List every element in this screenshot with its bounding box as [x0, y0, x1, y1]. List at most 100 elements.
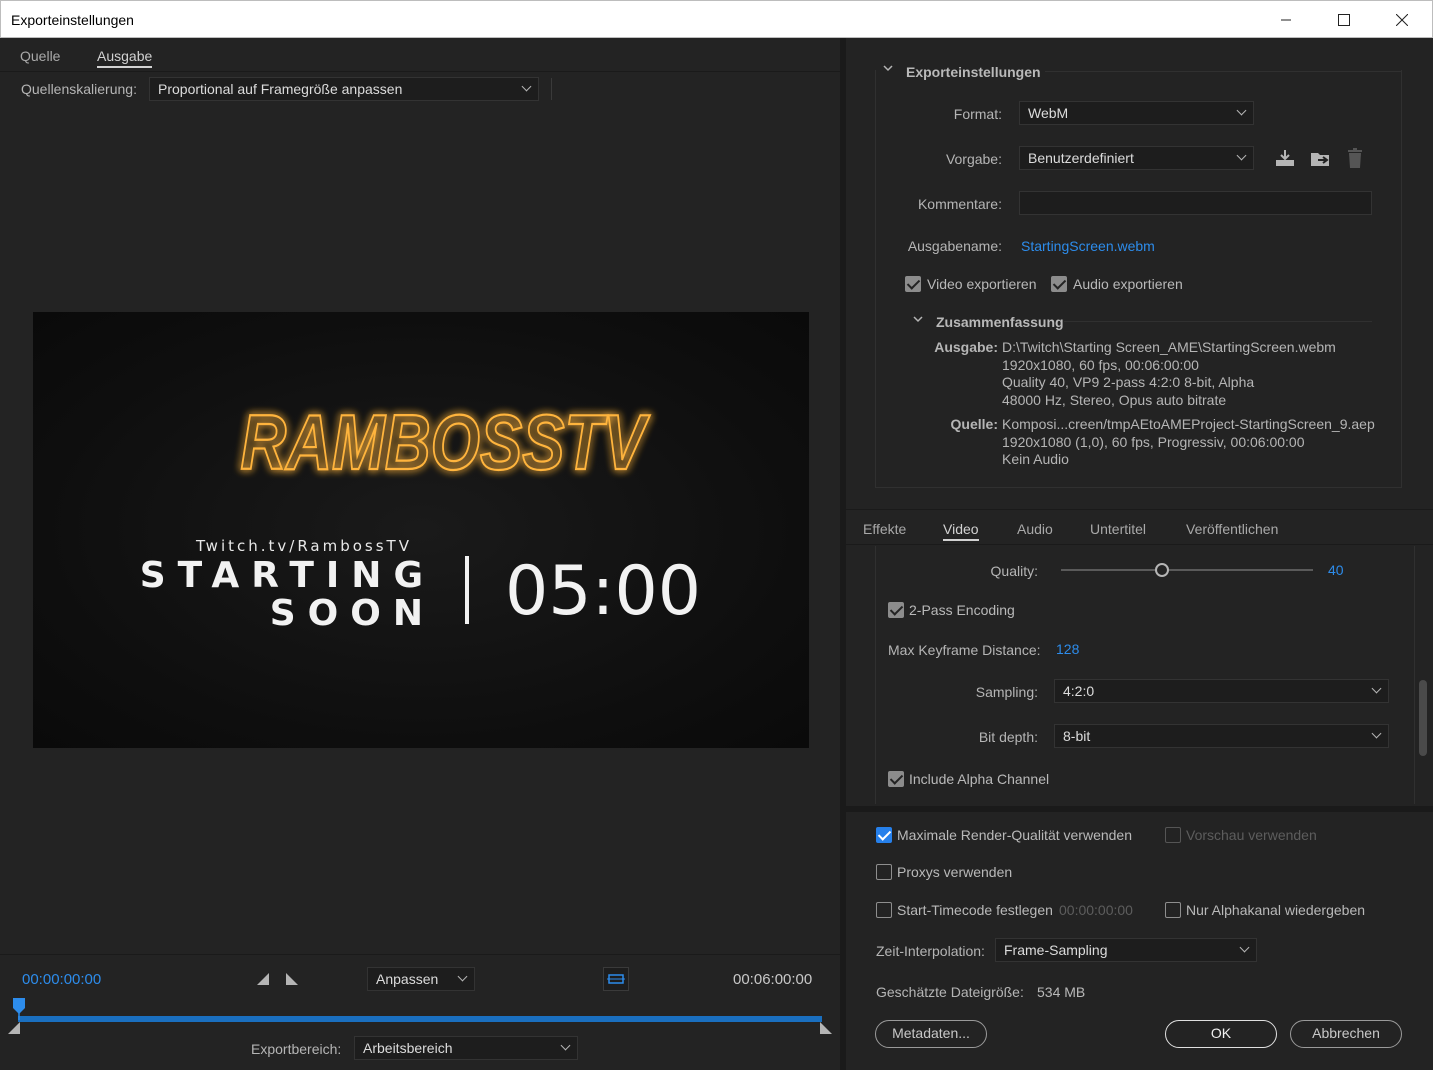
max-render-quality-checkbox[interactable]	[876, 827, 892, 843]
divider	[0, 954, 844, 955]
preset-label: Vorgabe:	[945, 151, 1002, 167]
ok-button[interactable]: OK	[1165, 1020, 1277, 1048]
format-dropdown[interactable]: WebM	[1019, 101, 1254, 125]
title-bar: Exporteinstellungen	[0, 0, 1433, 38]
start-timecode-checkbox[interactable]	[876, 902, 892, 918]
delete-preset-button[interactable]	[1345, 147, 1365, 169]
keyframe-distance-value[interactable]: 128	[1056, 641, 1079, 657]
import-preset-button[interactable]	[1309, 148, 1333, 168]
save-preset-icon	[1276, 150, 1294, 166]
alpha-only-label: Nur Alphakanal wiedergeben	[1186, 902, 1366, 918]
window-title: Exporteinstellungen	[11, 12, 134, 28]
video-settings-area	[875, 546, 1415, 804]
fit-dropdown[interactable]: Anpassen	[367, 967, 475, 991]
maximize-button[interactable]	[1321, 1, 1367, 39]
output-name-link[interactable]: StartingScreen.webm	[1021, 238, 1155, 254]
time-interpolation-label: Zeit-Interpolation:	[876, 943, 985, 959]
export-audio-checkbox[interactable]	[1051, 276, 1067, 292]
mark-in-icon	[257, 973, 269, 985]
export-range-label: Exportbereich:	[251, 1041, 342, 1057]
video-settings-scrollbar[interactable]	[1419, 680, 1427, 756]
chevron-down-icon	[1239, 942, 1250, 953]
divider	[551, 78, 552, 100]
summary-heading: Zusammenfassung	[936, 314, 1064, 330]
starting-text: STARTING	[140, 555, 435, 596]
sampling-dropdown[interactable]: 4:2:0	[1054, 679, 1389, 703]
use-proxies-checkbox[interactable]	[876, 864, 892, 880]
keyframe-distance-label: Max Keyframe Distance:	[888, 642, 1041, 658]
timeline-track[interactable]	[18, 1016, 822, 1022]
mark-out-icon	[286, 973, 298, 985]
collapse-chevron-icon[interactable]	[882, 64, 894, 74]
quality-slider-thumb[interactable]	[1154, 563, 1169, 577]
tab-video[interactable]: Video	[943, 521, 979, 541]
start-timecode-label: Start-Timecode festlegen	[897, 902, 1053, 918]
metadata-button[interactable]: Metadaten...	[875, 1020, 987, 1048]
comments-label: Kommentare:	[917, 196, 1002, 212]
separator-bar	[465, 556, 469, 624]
fit-value: Anpassen	[376, 971, 439, 987]
maximize-icon	[1338, 14, 1350, 26]
start-timecode-value: 00:00:00:00	[1059, 902, 1133, 918]
playhead-icon	[13, 998, 25, 1020]
in-point-handle[interactable]	[8, 1022, 22, 1036]
bit-depth-value: 8-bit	[1063, 728, 1091, 744]
in-point-icon	[8, 1022, 20, 1034]
source-scaling-dropdown[interactable]: Proportional auf Framegröße anpassen	[149, 77, 539, 101]
end-timecode: 00:06:00:00	[733, 971, 813, 988]
quality-slider-track[interactable]	[1061, 569, 1313, 571]
time-interpolation-dropdown[interactable]: Frame-Sampling	[995, 938, 1257, 962]
close-button[interactable]	[1379, 1, 1425, 39]
chevron-down-icon	[1371, 683, 1382, 694]
aspect-ratio-icon	[607, 974, 625, 984]
output-name-label: Ausgabename:	[907, 238, 1002, 254]
chevron-down-icon	[1371, 728, 1382, 739]
chevron-down-icon	[560, 1040, 571, 1051]
current-timecode[interactable]: 00:00:00:00	[22, 971, 101, 988]
tab-publish[interactable]: Veröffentlichen	[1186, 521, 1278, 537]
include-alpha-label: Include Alpha Channel	[909, 771, 1050, 787]
minimize-button[interactable]	[1263, 1, 1309, 39]
aspect-correction-button[interactable]	[603, 967, 629, 991]
source-scaling-value: Proportional auf Framegröße anpassen	[158, 81, 403, 97]
comments-field[interactable]	[1019, 191, 1372, 215]
tab-subtitles[interactable]: Untertitel	[1090, 521, 1146, 537]
mark-out-button[interactable]	[285, 972, 299, 986]
mark-in-button[interactable]	[256, 972, 270, 986]
collapse-chevron-icon[interactable]	[912, 315, 924, 325]
chevron-down-icon	[1236, 150, 1247, 161]
preset-dropdown[interactable]: Benutzerdefiniert	[1019, 146, 1254, 170]
video-preview: RAMBOSSTV Twitch.tv/RambossTV STARTING S…	[33, 312, 809, 748]
include-alpha-checkbox[interactable]	[888, 771, 904, 787]
estimated-filesize-value: 534 MB	[1037, 984, 1086, 1000]
settings-tab-bar: Effekte Video Audio Untertitel Veröffent…	[846, 509, 1433, 545]
two-pass-checkbox[interactable]	[888, 602, 904, 618]
export-video-label: Video exportieren	[927, 276, 1037, 292]
chevron-down-icon	[521, 81, 532, 92]
out-point-handle[interactable]	[818, 1022, 832, 1036]
alpha-only-checkbox[interactable]	[1165, 902, 1181, 918]
tab-audio[interactable]: Audio	[1017, 521, 1053, 537]
use-preview-checkbox[interactable]	[1165, 827, 1181, 843]
bit-depth-dropdown[interactable]: 8-bit	[1054, 724, 1389, 748]
playhead[interactable]	[12, 998, 26, 1020]
cancel-button[interactable]: Abbrechen	[1290, 1020, 1402, 1048]
format-value: WebM	[1028, 105, 1069, 121]
save-preset-button[interactable]	[1274, 148, 1296, 168]
summary-source-text: Komposi...creen/tmpAEtoAMEProject-Starti…	[1002, 416, 1375, 467]
export-range-dropdown[interactable]: Arbeitsbereich	[354, 1036, 578, 1060]
countdown-text: 05:00	[505, 552, 701, 631]
quality-value[interactable]: 40	[1328, 562, 1344, 578]
tab-effects[interactable]: Effekte	[863, 521, 906, 537]
summary-output-key: Ausgabe:	[934, 339, 998, 355]
tab-source[interactable]: Quelle	[20, 48, 60, 64]
two-pass-label: 2-Pass Encoding	[909, 602, 1015, 618]
sampling-value: 4:2:0	[1063, 683, 1095, 699]
export-video-checkbox[interactable]	[905, 276, 921, 292]
tab-output[interactable]: Ausgabe	[97, 48, 153, 68]
preset-value: Benutzerdefiniert	[1028, 150, 1134, 166]
soon-text: SOON	[270, 593, 435, 634]
source-scaling-label: Quellenskalierung:	[21, 81, 137, 97]
divider	[1064, 321, 1372, 322]
summary-output-text: D:\Twitch\Starting Screen_AME\StartingSc…	[1002, 339, 1336, 408]
